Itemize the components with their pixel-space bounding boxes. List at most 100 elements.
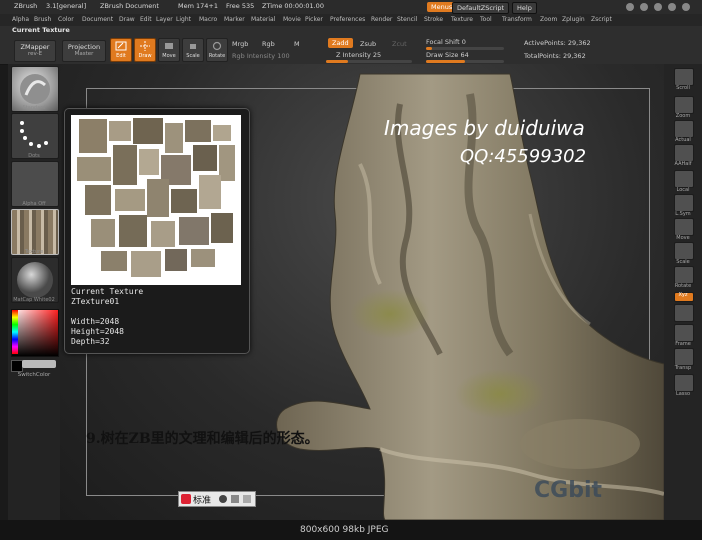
texture-caption: Texture [24,249,44,255]
menu-preferences[interactable]: Preferences [330,16,365,23]
edit-button[interactable]: Edit [110,38,132,62]
app-version: 3.1[general] [46,2,87,10]
focal-shift-label: Focal Shift 0 [426,38,466,46]
rotate-icon [212,41,222,51]
ime-toolbar[interactable]: 标准 [178,491,256,507]
l-sym-icon [674,194,694,212]
menu-movie[interactable]: Movie [283,16,301,23]
dots-stroke-icon [20,121,48,148]
move-label: Move [162,53,176,59]
window-control-icon[interactable] [626,3,634,11]
actual-icon [674,120,694,138]
ime-mode-label[interactable]: 标准 [193,493,211,506]
document-name: ZBrush Document [100,2,159,10]
current-texture-popup: Current Texture ZTexture01 Width=2048 He… [64,108,250,354]
projection-label: Projection [67,43,101,51]
mem-readout: Mem 174+1 [178,2,218,10]
default-zscript-button[interactable]: DefaultZScript [452,2,510,14]
menu-zplugin[interactable]: Zplugin [562,16,585,23]
color-picker[interactable] [11,309,59,357]
draw-size-slider[interactable] [426,60,504,63]
shelf-lasso-button[interactable]: Lasso [668,372,698,400]
shelf-label: Xyz [678,292,688,298]
menu-macro[interactable]: Macro [199,16,217,23]
zmapper-button[interactable]: ZMapper rev-E [14,40,56,62]
menu-layer[interactable]: Layer [156,16,173,23]
draw-size-fill [426,60,465,63]
image-status-bar: 800x600 98kb JPEG [0,520,702,540]
shelf-scroll-button[interactable]: Scroll [668,66,698,94]
scale-button[interactable]: Scale [182,38,204,62]
z-intensity-label: Z Intensity 25 [336,51,382,59]
ime-moon-icon[interactable] [219,495,227,503]
ime-logo-icon [181,494,191,504]
window-control-icon[interactable] [640,3,648,11]
shelf-transp-button[interactable]: Transp [668,346,698,374]
right-shelf: Scroll Zoom Actual AAHalf Local L.Sym Move Scal… [664,64,702,520]
current-texture-label: Current Texture [12,26,70,34]
rotate-button[interactable]: Rotate [206,38,228,62]
menu-tool[interactable]: Tool [480,16,492,23]
uv-texture-map [77,118,235,277]
rgb-toggle[interactable]: Rgb [262,40,275,48]
active-points: ActivePoints: 29,362 [524,39,591,47]
focal-shift-fill [426,47,432,50]
zcut-toggle[interactable]: Zcut [392,40,407,48]
menu-marker[interactable]: Marker [224,16,245,23]
window-control-icon[interactable] [668,3,676,11]
zmapper-label: ZMapper [20,43,50,51]
menu-picker[interactable]: Picker [305,16,323,23]
menu-document[interactable]: Document [82,16,113,23]
app-name: ZBrush [14,2,38,10]
mrgb-toggle[interactable]: Mrgb [232,40,248,48]
menu-alpha[interactable]: Alpha [12,16,29,23]
move-icon [165,43,173,49]
zadd-toggle[interactable]: Zadd [328,38,353,48]
m-toggle[interactable]: M [294,40,300,48]
menu-zscript[interactable]: Zscript [591,16,612,23]
window-control-icon[interactable] [654,3,662,11]
menu-light[interactable]: Light [176,16,191,23]
rotate-icon [674,266,694,284]
menu-stencil[interactable]: Stencil [397,16,417,23]
move-button[interactable]: Move [158,38,180,62]
ime-punct-icon[interactable] [231,495,239,503]
shelf-label: Lasso [675,391,691,397]
move-icon [674,218,694,236]
local-icon [674,170,694,188]
window-close-icon[interactable] [682,3,690,11]
menu-draw[interactable]: Draw [119,16,135,23]
ime-keyboard-icon[interactable] [243,495,251,503]
secondary-color-swatch[interactable] [22,360,56,368]
menu-render[interactable]: Render [371,16,392,23]
help-button[interactable]: Help [512,2,537,14]
menu-zoom[interactable]: Zoom [540,16,557,23]
popup-title: Current Texture [71,287,144,296]
shelf-aahalf-button[interactable]: AAHalf [668,142,698,170]
menu-texture[interactable]: Texture [451,16,473,23]
menu-stroke[interactable]: Stroke [424,16,443,23]
menu-bar: Alpha Brush Color Document Draw Edit Layer Ligh… [0,14,702,26]
zsub-toggle[interactable]: Zsub [360,40,376,48]
projection-master-button[interactable]: Projection Master [62,40,106,62]
switch-color-button[interactable]: SwitchColor [11,372,57,378]
menu-brush[interactable]: Brush [34,16,51,23]
edit-icon [115,41,127,51]
hue-strip[interactable] [12,310,18,354]
menu-color[interactable]: Color [58,16,74,23]
menu-transform[interactable]: Transform [502,16,532,23]
alpha-caption: Alpha Off [22,201,46,207]
ztime-readout: ZTime 00:00:01.00 [262,2,324,10]
transp-icon [674,348,694,366]
standard-caption: Standard [22,105,46,111]
focal-shift-slider[interactable] [426,47,504,50]
menu-edit[interactable]: Edit [140,16,152,23]
projection-sub: Master [74,51,94,57]
matcap-caption: MatCap White02 [13,297,55,303]
rgb-intensity-slider[interactable]: Rgb Intensity 100 [232,52,290,60]
z-intensity-slider[interactable] [326,60,412,63]
left-palette: Standard Dots Alpha Off Texture MatCap W… [8,64,60,520]
menu-material[interactable]: Material [251,16,275,23]
shelf-label: Scroll [676,85,690,91]
draw-button[interactable]: Draw [134,38,156,62]
